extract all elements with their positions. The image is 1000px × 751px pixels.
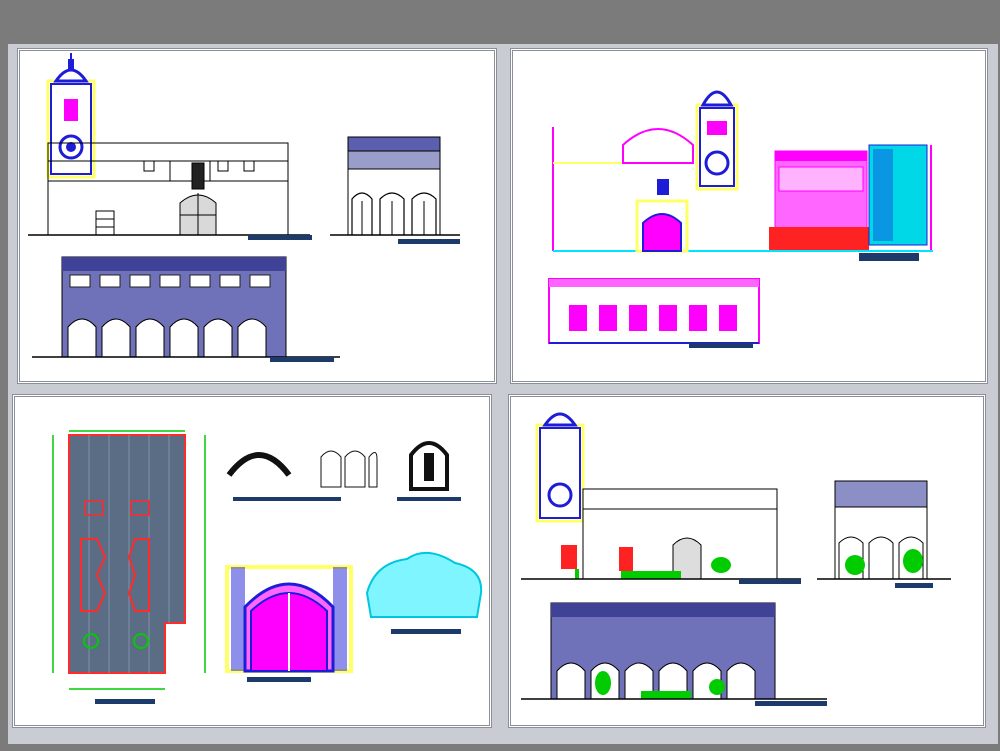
niche-sculpture-detail bbox=[409, 441, 449, 491]
arcade-elevation-with-trees bbox=[521, 602, 827, 700]
title-bar-2 bbox=[398, 239, 460, 244]
side-elevation-arcade bbox=[330, 136, 460, 236]
floor-plan bbox=[52, 430, 206, 690]
elevations-color-svg bbox=[548, 90, 933, 348]
arcade-front-elevation bbox=[32, 256, 340, 358]
tree-canopy-block bbox=[365, 552, 483, 618]
title-bar-10 bbox=[391, 629, 461, 634]
panel-elevations-color bbox=[510, 48, 988, 384]
title-bar-7 bbox=[233, 497, 341, 501]
details-svg bbox=[52, 430, 483, 704]
panel-elevations-vegetated bbox=[508, 394, 986, 728]
title-bar-3 bbox=[270, 357, 334, 362]
title-bar-5 bbox=[689, 343, 753, 348]
title-bar-11 bbox=[739, 579, 801, 584]
title-bar-9 bbox=[247, 677, 311, 682]
arcade-longitudinal-elevation bbox=[763, 144, 933, 252]
cad-drawing-canvas bbox=[0, 0, 1000, 751]
church-and-tower-elevation bbox=[552, 90, 763, 253]
elevations-vegetated-svg bbox=[521, 412, 951, 706]
title-bar-1 bbox=[248, 235, 312, 240]
arch-detail bbox=[226, 452, 292, 477]
title-bar-13 bbox=[755, 701, 827, 706]
panel-details bbox=[12, 394, 492, 728]
tower-street-elevation-with-trees bbox=[521, 412, 801, 580]
portal-detail bbox=[225, 565, 353, 673]
side-elevation-with-trees bbox=[817, 480, 951, 580]
window-detail bbox=[320, 450, 378, 488]
title-bar-8 bbox=[397, 497, 461, 501]
title-bar-6 bbox=[95, 699, 155, 704]
elevations-monochrome-svg bbox=[28, 53, 460, 362]
panel-elevations-monochrome bbox=[17, 48, 497, 384]
title-bar-12 bbox=[895, 583, 933, 588]
arcade-pink-elevation bbox=[548, 278, 760, 344]
bell-tower bbox=[46, 53, 96, 179]
title-bar-4 bbox=[859, 253, 919, 261]
